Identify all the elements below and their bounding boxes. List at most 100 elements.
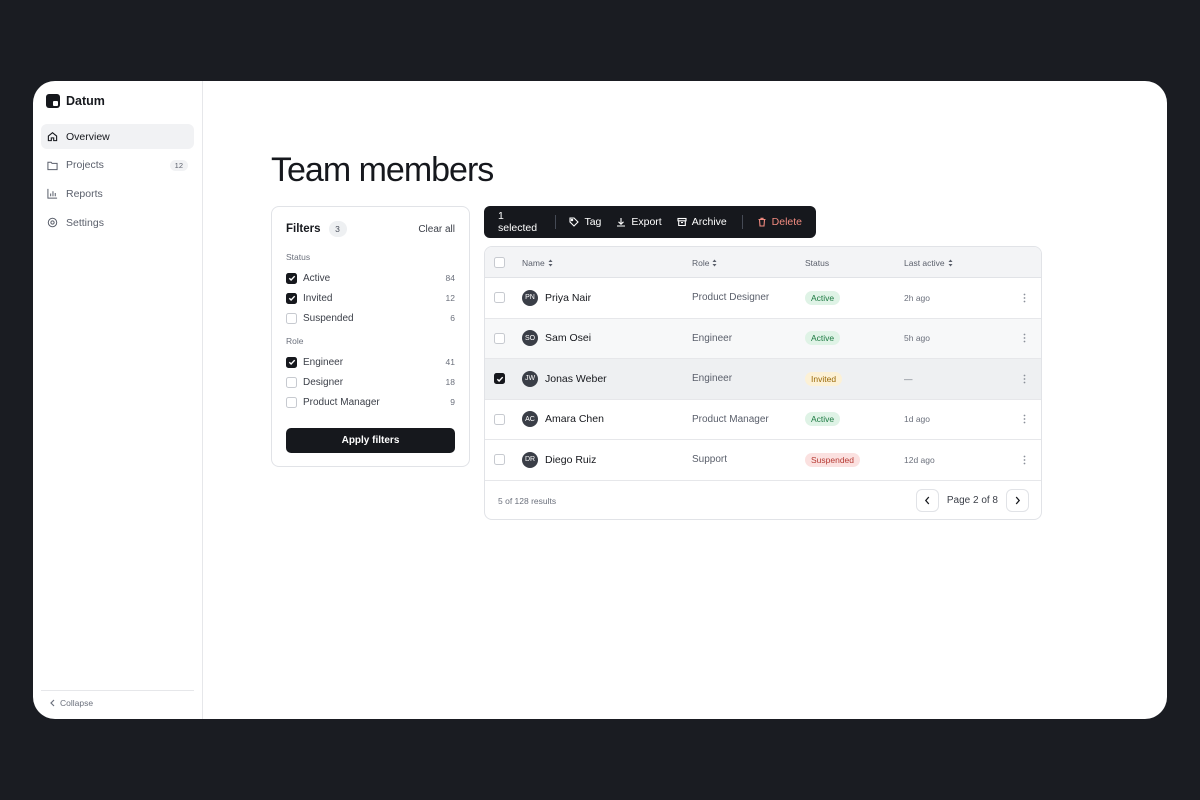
filter-role-designer[interactable]: Designer 18 [286,372,455,392]
select-all-checkbox[interactable] [494,257,505,268]
row-menu-button[interactable] [1023,359,1026,399]
checkbox[interactable] [286,396,297,408]
name-column-header[interactable]: Name [522,247,553,278]
collapse-button[interactable]: Collapse [41,690,194,708]
delete-label: Delete [771,216,802,228]
sidebar: Datum Overview Projects 12 Reports Setti… [33,81,203,719]
checkbox[interactable] [286,272,297,284]
filter-status-suspended[interactable]: Suspended 6 [286,308,455,328]
status-column-header: Status [805,247,829,278]
sidebar-item-overview[interactable]: Overview [41,124,194,149]
row-menu-button[interactable] [1023,440,1026,480]
archive-icon [677,217,687,227]
filter-option-label: Suspended [303,312,354,324]
sidebar-item-settings[interactable]: Settings [41,210,194,235]
filter-role-engineer[interactable]: Engineer 41 [286,352,455,372]
download-icon [617,218,626,227]
role-column-header[interactable]: Role [692,247,717,278]
members-table: Name Role Status Last active PN Priya Nai… [484,246,1042,520]
more-vertical-icon [1023,293,1026,303]
member-name: Jonas Weber [545,372,607,385]
member-role: Engineer [692,373,733,385]
chevron-right-icon [1015,496,1021,504]
avatar: DR [522,451,538,468]
role-group-label: Role [286,336,304,346]
sidebar-item-projects[interactable]: Projects 12 [41,153,194,178]
tag-label: Tag [584,216,602,228]
apply-filters-button[interactable]: Apply filters [286,428,455,453]
brand[interactable]: Datum [41,93,194,109]
row-checkbox[interactable] [494,373,505,385]
last-active-column-header[interactable]: Last active [904,247,953,278]
row-select-cell [494,319,511,359]
export-button[interactable]: Export [616,216,662,228]
status-badge: Active [805,412,841,427]
column-label: Role [692,257,710,268]
name-cell: AC Amara Chen [522,400,604,440]
checkbox[interactable] [286,292,297,304]
last-active: — [904,373,913,384]
datum-logo-icon [46,94,60,108]
row-select-cell [494,400,511,440]
table-row[interactable]: JW Jonas Weber Engineer Invited — [485,359,1041,400]
column-label: Name [522,257,545,268]
gear-icon [47,217,58,228]
filter-status-invited[interactable]: Invited 12 [286,288,455,308]
row-checkbox[interactable] [494,413,505,425]
row-menu-button[interactable] [1023,278,1026,318]
row-checkbox[interactable] [494,332,505,344]
member-role: Product Manager [692,413,769,425]
folder-icon [47,160,58,171]
filter-option-count: 6 [450,313,455,323]
status-cell: Invited [805,359,843,399]
delete-button[interactable]: Delete [757,216,802,228]
bar-chart-icon [47,188,58,199]
status-badge: Active [805,290,841,305]
projects-count-badge: 12 [169,159,188,171]
previous-page-button[interactable] [915,488,939,512]
archive-button[interactable]: Archive [677,216,727,228]
row-checkbox[interactable] [494,454,505,466]
status-cell: Active [805,319,841,359]
check-icon [496,376,503,382]
table-row[interactable]: SO Sam Osei Engineer Active 5h ago [485,318,1041,359]
archive-label: Archive [691,216,727,228]
name-cell: JW Jonas Weber [522,359,607,399]
sidebar-item-label: Settings [66,216,104,229]
sidebar-item-label: Reports [66,187,103,200]
last-active: 12d ago [904,454,935,465]
filters-header: Filters 3 Clear all [286,221,455,237]
avatar: JW [522,370,538,387]
row-menu-button[interactable] [1023,400,1026,440]
name-cell: PN Priya Nair [522,278,591,318]
last-active: 5h ago [904,333,930,344]
checkbox[interactable] [286,376,297,388]
table-row[interactable]: PN Priya Nair Product Designer Active 2h ago [485,278,1041,319]
member-role: Engineer [692,332,733,344]
table-row[interactable]: AC Amara Chen Product Manager Active 1d ago [485,400,1041,440]
bulk-action-bar: 1 selected Tag Export Archive Delete [484,206,816,238]
filters-panel: Filters 3 Clear all Status Active 84 Inv… [271,206,470,467]
avatar: PN [522,289,538,306]
sort-icon [712,259,717,266]
sidebar-item-reports[interactable]: Reports [41,181,194,206]
next-page-button[interactable] [1006,488,1029,512]
table-row[interactable]: DR Diego Ruiz Support Suspended 12d ago [485,440,1041,481]
member-name: Diego Ruiz [545,453,597,466]
checkbox[interactable] [286,312,297,324]
tag-button[interactable]: Tag [569,216,601,228]
checkbox[interactable] [286,356,297,368]
filter-role-product-manager[interactable]: Product Manager 9 [286,392,455,412]
app-name: Datum [66,94,105,108]
status-badge: Active [805,331,841,346]
filter-status-active[interactable]: Active 84 [286,268,455,288]
row-select-cell [494,359,511,399]
clear-all-button[interactable]: Clear all [418,224,455,235]
page-title: Team members [271,151,494,189]
row-checkbox[interactable] [494,292,505,304]
collapse-label: Collapse [60,698,94,708]
row-menu-button[interactable] [1023,319,1026,359]
filters-title: Filters [286,223,321,235]
avatar: AC [522,411,538,428]
sort-icon [548,259,553,266]
